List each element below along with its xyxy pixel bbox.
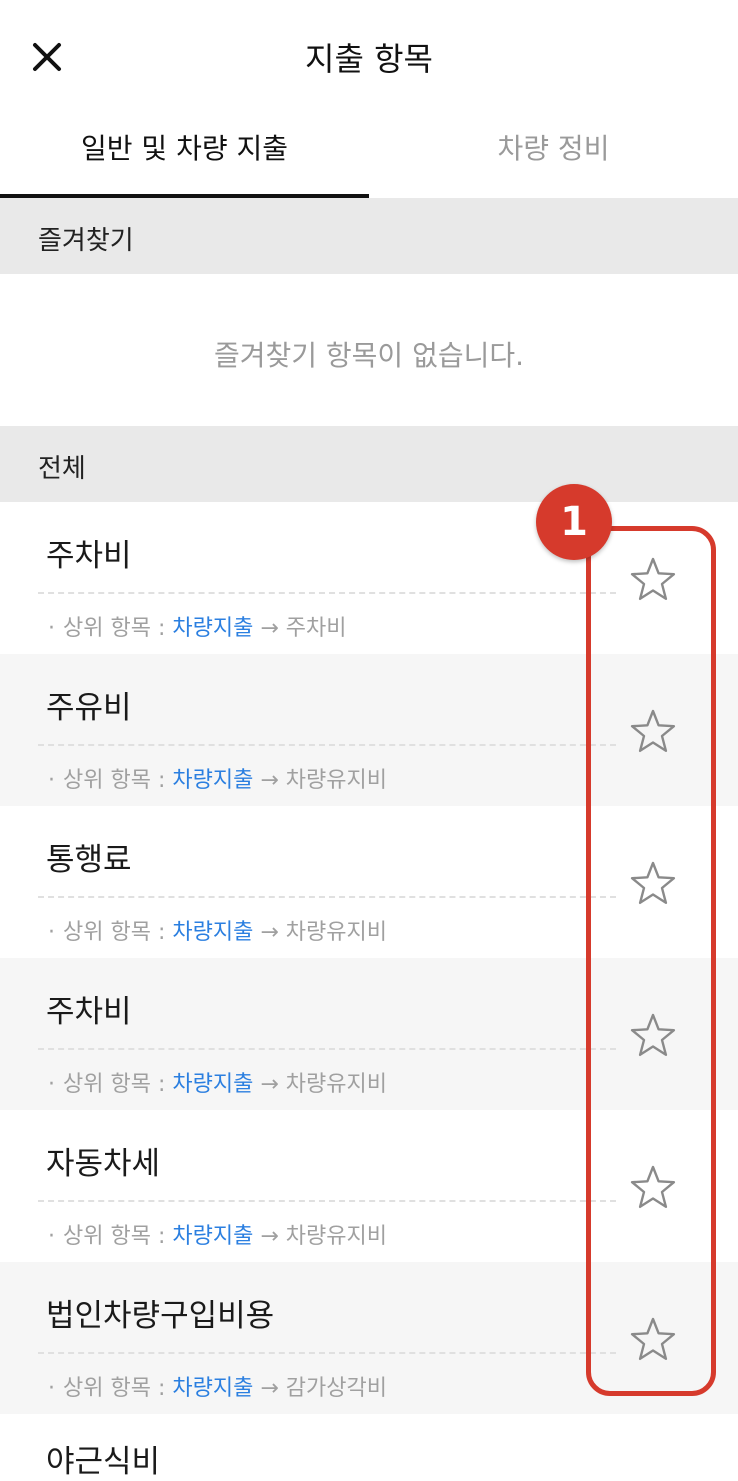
star-icon[interactable] [626,554,680,608]
item-name: 주차비 [46,538,132,574]
arrow-icon: → [260,1072,279,1097]
favorites-empty-message: 즐겨찾기 항목이 없습니다. [213,339,525,372]
divider [38,896,616,898]
parent-category-link[interactable]: 차량지출 [172,920,253,945]
item-name: 주유비 [46,690,132,726]
all-section-label: 전체 [38,454,86,484]
partial-list-item-name[interactable]: 야근식비 [46,1436,160,1481]
parent-prefix: 상위 항목 : [63,616,166,641]
star-icon[interactable] [626,1010,680,1064]
item-name: 주차비 [46,994,132,1030]
header-bar: 지출 항목 [0,0,738,112]
arrow-icon: → [260,1376,279,1401]
star-icon[interactable] [626,1162,680,1216]
tab-label: 차량 정비 [497,132,610,165]
parent-category-link[interactable]: 차량지출 [172,1224,253,1249]
parent-child-category: 차량유지비 [285,920,387,945]
parent-child-category: 차량유지비 [285,768,387,793]
arrow-icon: → [260,920,279,945]
tab-vehicle-maintenance[interactable]: 차량 정비 [369,112,738,198]
divider [38,1048,616,1050]
star-icon[interactable] [626,858,680,912]
parent-prefix: 상위 항목 : [63,768,166,793]
parent-prefix: 상위 항목 : [63,1072,166,1097]
list-item[interactable]: 통행료 · 상위 항목 : 차량지출 → 차량유지비 [0,806,738,958]
divider [38,592,616,594]
parent-child-category: 주차비 [285,616,347,641]
divider [38,744,616,746]
tab-general-vehicle-expense[interactable]: 일반 및 차량 지출 [0,112,369,198]
parent-prefix: 상위 항목 : [63,920,166,945]
parent-category-link[interactable]: 차량지출 [172,768,253,793]
list-item[interactable]: 주유비 · 상위 항목 : 차량지출 → 차량유지비 [0,654,738,806]
parent-child-category: 감가상각비 [285,1376,387,1401]
favorites-section-label: 즐겨찾기 [38,226,134,256]
tab-label: 일반 및 차량 지출 [80,132,289,165]
item-name: 법인차량구입비용 [46,1298,275,1334]
parent-prefix: 상위 항목 : [63,1224,166,1249]
arrow-icon: → [260,768,279,793]
item-parent-path: · 상위 항목 : 차량지출 → 차량유지비 [48,1072,387,1097]
tab-bar: 일반 및 차량 지출 차량 정비 [0,112,738,198]
annotation-badge: 1 [536,484,612,560]
parent-child-category: 차량유지비 [285,1224,387,1249]
arrow-icon: → [260,616,279,641]
parent-category-link[interactable]: 차량지출 [172,1072,253,1097]
all-section-header: 전체 [0,426,738,502]
arrow-icon: → [260,1224,279,1249]
page-title: 지출 항목 [305,40,433,78]
list-item[interactable]: 주차비 · 상위 항목 : 차량지출 → 차량유지비 [0,958,738,1110]
favorites-section-header: 즐겨찾기 [0,198,738,274]
star-icon[interactable] [626,706,680,760]
parent-prefix: 상위 항목 : [63,1376,166,1401]
list-item[interactable]: 법인차량구입비용 · 상위 항목 : 차량지출 → 감가상각비 [0,1262,738,1414]
item-parent-path: · 상위 항목 : 차량지출 → 감가상각비 [48,1376,387,1401]
parent-child-category: 차량유지비 [285,1072,387,1097]
divider [38,1200,616,1202]
item-name: 통행료 [46,842,132,878]
parent-category-link[interactable]: 차량지출 [172,1376,253,1401]
item-parent-path: · 상위 항목 : 차량지출 → 차량유지비 [48,1224,387,1249]
divider [38,1352,616,1354]
list-item[interactable]: 주차비 · 상위 항목 : 차량지출 → 주차비 [0,502,738,654]
expense-item-list: 주차비 · 상위 항목 : 차량지출 → 주차비 주유비 · 상위 항목 : 차량지… [0,502,738,1414]
item-parent-path: · 상위 항목 : 차량지출 → 차량유지비 [48,920,387,945]
list-item[interactable]: 자동차세 · 상위 항목 : 차량지출 → 차량유지비 [0,1110,738,1262]
item-parent-path: · 상위 항목 : 차량지출 → 차량유지비 [48,768,387,793]
star-icon[interactable] [626,1314,680,1368]
item-name: 자동차세 [46,1146,161,1182]
item-parent-path: · 상위 항목 : 차량지출 → 주차비 [48,616,347,641]
parent-category-link[interactable]: 차량지출 [172,616,253,641]
